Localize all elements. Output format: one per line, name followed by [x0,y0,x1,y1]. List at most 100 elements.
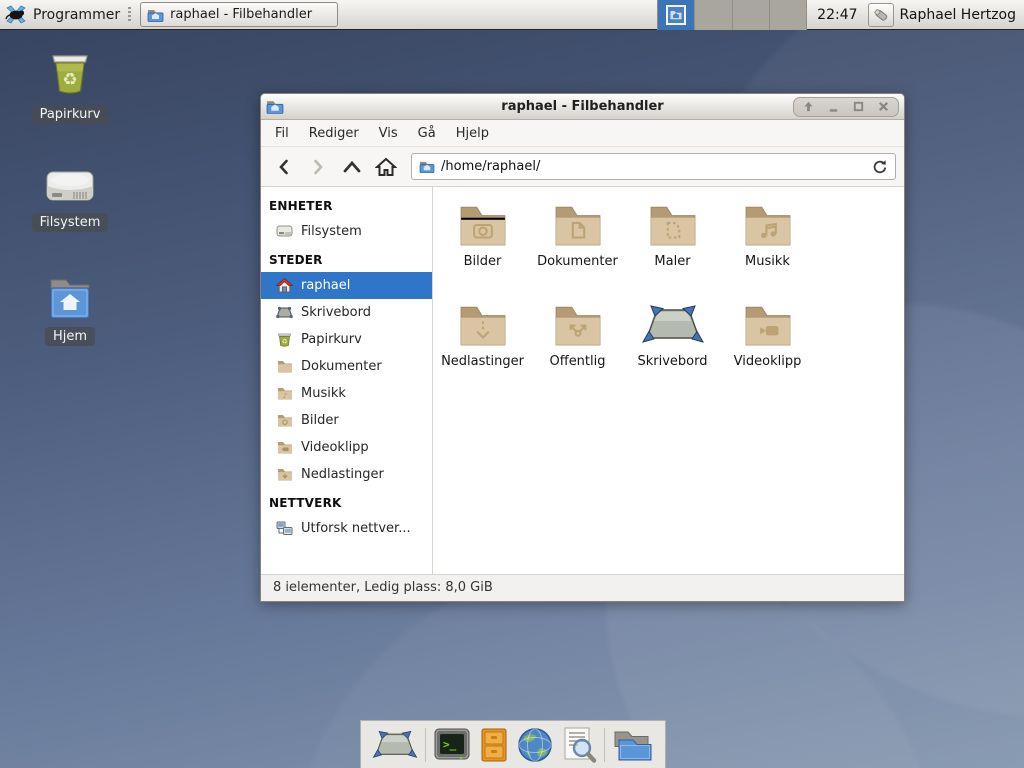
reload-icon[interactable] [872,159,888,175]
file-item-nedlastinger[interactable]: Nedlastinger [437,299,529,399]
sidebar-item-label: Papirkurv [301,332,362,347]
top-panel: Programmer raphael - Filbehandler 22:47 [0,0,1024,30]
file-item-skrivebord[interactable]: Skrivebord [627,299,719,399]
window-folder-icon [266,99,284,114]
sidebar-item-skrivebord[interactable]: Skrivebord [261,299,432,326]
folder-icon [276,468,293,481]
close-button[interactable] [877,100,890,113]
sidebar-header-places: STEDER [261,245,432,272]
file-item-musikk[interactable]: Musikk [722,199,814,299]
sidebar-item-label: Dokumenter [301,359,382,374]
sidebar-item-label: Musikk [301,386,346,401]
file-item-bilder[interactable]: Bilder [437,199,529,299]
file-cabinet-icon[interactable] [478,727,510,763]
svg-text:♻: ♻ [62,70,77,90]
forward-button[interactable] [303,153,333,181]
sidebar-item-label: Videoklipp [301,440,369,455]
menu-fil[interactable]: Fil [265,122,299,145]
xfce-logo-icon[interactable] [5,5,27,25]
user-name[interactable]: Raphael Hertzog [900,7,1016,23]
desktop-icon-label: Filsystem [32,213,109,232]
home-button[interactable] [371,153,401,181]
desktop-icon-filesystem[interactable]: Filsystem [20,158,120,232]
menu-rediger[interactable]: Rediger [299,122,369,145]
workspace-3[interactable] [733,0,770,30]
sidebar-item-bilder[interactable]: Bilder [261,407,432,434]
applications-menu-button[interactable]: Programmer [33,7,120,23]
titlebar[interactable]: raphael - Filbehandler [261,94,904,120]
desktop-icon-label: Papirkurv [32,105,109,124]
file-manager-icon[interactable] [612,727,654,763]
sidebar-item-network-browse[interactable]: Utforsk nettver... [261,515,432,542]
taskbar-window-button[interactable]: raphael - Filbehandler [140,2,338,27]
sidebar-item-label: Utforsk nettver... [301,521,411,536]
workspace-pager [657,0,807,30]
shade-button[interactable] [802,100,815,113]
menu-ga[interactable]: Gå [408,122,446,145]
search-icon[interactable] [561,726,597,764]
svg-text:♻: ♻ [282,338,288,346]
sidebar-item-musikk[interactable]: ♪ Musikk [261,380,432,407]
desktop-icon-trash[interactable]: ♻ Papirkurv [20,50,120,124]
minimize-button[interactable] [827,100,840,113]
sidebar-item-raphael[interactable]: raphael [261,272,432,299]
sidebar-header-devices: ENHETER [261,191,432,218]
file-item-maler[interactable]: Maler [627,199,719,299]
window-controls [793,97,899,117]
menu-hjelp[interactable]: Hjelp [446,122,499,145]
clock[interactable]: 22:47 [817,7,857,23]
harddrive-icon [276,225,293,238]
maximize-button[interactable] [852,100,865,113]
workspace-2[interactable] [695,0,732,30]
menu-vis[interactable]: Vis [369,122,408,145]
back-button[interactable] [269,153,299,181]
path-input[interactable]: /home/raphael/ [441,159,866,174]
file-label: Nedlastinger [441,354,524,369]
folder-icon: ♪ [276,387,293,400]
desktop-icon-home[interactable]: Hjem [20,272,120,346]
file-label: Maler [654,254,690,269]
folder-documents-icon [553,199,603,251]
sidebar-item-label: Filsystem [301,224,362,239]
dock-separator [604,728,605,762]
desktop-icon [276,306,293,319]
sidebar-item-label: Skrivebord [301,305,371,320]
file-label: Dokumenter [537,254,618,269]
sidebar-item-filsystem[interactable]: Filsystem [261,218,432,245]
file-label: Skrivebord [637,354,707,369]
user-session-icon[interactable] [868,3,894,27]
home-folder-icon [46,272,94,322]
sidebar-item-nedlastinger[interactable]: Nedlastinger [261,461,432,488]
file-label: Musikk [745,254,790,269]
up-button[interactable] [337,153,367,181]
svg-text:>_: >_ [443,738,457,751]
file-label: Videoklipp [734,354,802,369]
file-item-videoklipp[interactable]: Videoklipp [722,299,814,399]
path-bar[interactable]: /home/raphael/ [411,153,896,180]
show-desktop-icon[interactable] [372,729,418,761]
folder-icon [147,8,164,22]
web-browser-icon[interactable] [516,726,554,764]
panel-grip-handle[interactable] [128,7,131,23]
svg-text:♪: ♪ [282,392,286,400]
sidebar-item-videoklipp[interactable]: Videoklipp [261,434,432,461]
workspace-4[interactable] [770,0,807,30]
taskbar-window-label: raphael - Filbehandler [170,7,312,22]
folder-downloads-icon [458,299,508,351]
home-icon [276,278,293,293]
sidebar-item-label: Bilder [301,413,339,428]
folder-icon [276,414,293,427]
trash-icon: ♻ [47,50,93,100]
file-item-dokumenter[interactable]: Dokumenter [532,199,624,299]
desktop-icon [641,299,705,351]
file-item-offentlig[interactable]: Offentlig [532,299,624,399]
sidebar-item-dokumenter[interactable]: Dokumenter [261,353,432,380]
menubar: Fil Rediger Vis Gå Hjelp [261,120,904,147]
folder-pictures-icon [458,199,508,251]
workspace-1[interactable] [658,0,695,30]
statusbar-text: 8 ielementer, Ledig plass: 8,0 GiB [273,580,493,595]
desktop-icon-label: Hjem [45,327,95,346]
sidebar-item-label: raphael [301,278,350,293]
sidebar-item-papirkurv[interactable]: ♻ Papirkurv [261,326,432,353]
terminal-icon[interactable]: >_ [433,728,471,762]
